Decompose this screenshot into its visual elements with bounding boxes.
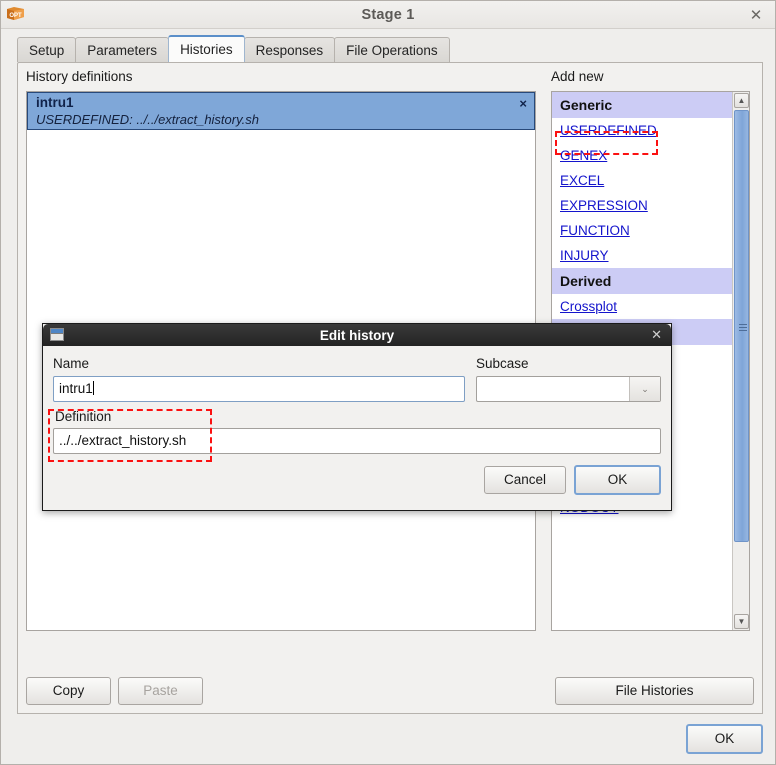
add-new-item-userdefined[interactable]: USERDEFINED	[552, 118, 732, 143]
link-userdefined[interactable]: USERDEFINED	[560, 123, 657, 138]
edit-history-dialog: Edit history ✕ Name intru1 Subcase ⌄ Def…	[42, 323, 672, 511]
link-excel[interactable]: EXCEL	[560, 173, 604, 188]
add-new-item-genex[interactable]: GENEX	[552, 143, 732, 168]
link-function[interactable]: FUNCTION	[560, 223, 630, 238]
link-crossplot[interactable]: Crossplot	[560, 299, 617, 314]
category-header-derived: Derived	[552, 268, 732, 294]
scroll-up-icon[interactable]: ▲	[734, 93, 749, 108]
tab-histories[interactable]: Histories	[168, 35, 245, 62]
tab-setup[interactable]: Setup	[17, 37, 77, 62]
name-label: Name	[53, 356, 90, 371]
add-new-item-expression[interactable]: EXPRESSION	[552, 193, 732, 218]
link-injury[interactable]: INJURY	[560, 248, 609, 263]
dialog-body: Name intru1 Subcase ⌄ Definition ../../e…	[43, 346, 671, 512]
scroll-down-icon[interactable]: ▼	[734, 614, 749, 629]
scrollbar-grip-icon	[739, 322, 747, 331]
add-new-item-function[interactable]: FUNCTION	[552, 218, 732, 243]
chevron-down-icon[interactable]: ⌄	[629, 377, 660, 401]
window-titlebar: OPT Stage 1 ✕	[1, 1, 775, 29]
tab-bar: Setup Parameters Histories Responses Fil…	[17, 35, 775, 62]
scrollbar[interactable]: ▲ ▼	[732, 92, 749, 630]
list-item[interactable]: intru1 USERDEFINED: ../../extract_histor…	[27, 92, 535, 130]
file-histories-button[interactable]: File Histories	[555, 677, 754, 705]
text-caret	[92, 381, 94, 395]
ok-button[interactable]: OK	[686, 724, 763, 754]
tab-responses[interactable]: Responses	[243, 37, 336, 62]
name-input[interactable]: intru1	[53, 376, 465, 402]
stage-window: OPT Stage 1 ✕ Setup Parameters Histories…	[0, 0, 776, 765]
category-header-generic: Generic	[552, 92, 732, 118]
remove-icon[interactable]: ×	[519, 96, 527, 111]
dialog-titlebar: Edit history ✕	[43, 324, 671, 346]
link-expression[interactable]: EXPRESSION	[560, 198, 648, 213]
history-item-name: intru1	[36, 95, 74, 110]
scrollbar-thumb[interactable]	[734, 110, 749, 542]
definition-input[interactable]: ../../extract_history.sh	[53, 428, 661, 454]
svg-text:OPT: OPT	[9, 13, 22, 19]
link-genex[interactable]: GENEX	[560, 148, 607, 163]
copy-button[interactable]: Copy	[26, 677, 111, 705]
dialog-ok-button[interactable]: OK	[574, 465, 661, 495]
close-icon[interactable]: ✕	[747, 7, 765, 25]
add-new-item-excel[interactable]: EXCEL	[552, 168, 732, 193]
subcase-label: Subcase	[476, 356, 529, 371]
name-input-value: intru1	[59, 381, 93, 396]
add-new-label: Add new	[551, 69, 604, 84]
history-definitions-label: History definitions	[26, 69, 133, 84]
cancel-button[interactable]: Cancel	[484, 466, 566, 494]
add-new-item-crossplot[interactable]: Crossplot	[552, 294, 732, 319]
history-item-definition: USERDEFINED: ../../extract_history.sh	[36, 112, 259, 127]
paste-button: Paste	[118, 677, 203, 705]
tab-file-operations[interactable]: File Operations	[334, 37, 450, 62]
window-icon	[50, 328, 64, 341]
subcase-select[interactable]: ⌄	[476, 376, 661, 402]
add-new-item-injury[interactable]: INJURY	[552, 243, 732, 268]
definition-label: Definition	[55, 409, 112, 424]
dialog-title: Edit history	[319, 327, 395, 343]
tab-parameters[interactable]: Parameters	[75, 37, 170, 62]
page-title: Stage 1	[361, 6, 415, 23]
dialog-close-icon[interactable]: ✕	[651, 327, 662, 343]
opt-logo-icon: OPT	[7, 7, 24, 20]
